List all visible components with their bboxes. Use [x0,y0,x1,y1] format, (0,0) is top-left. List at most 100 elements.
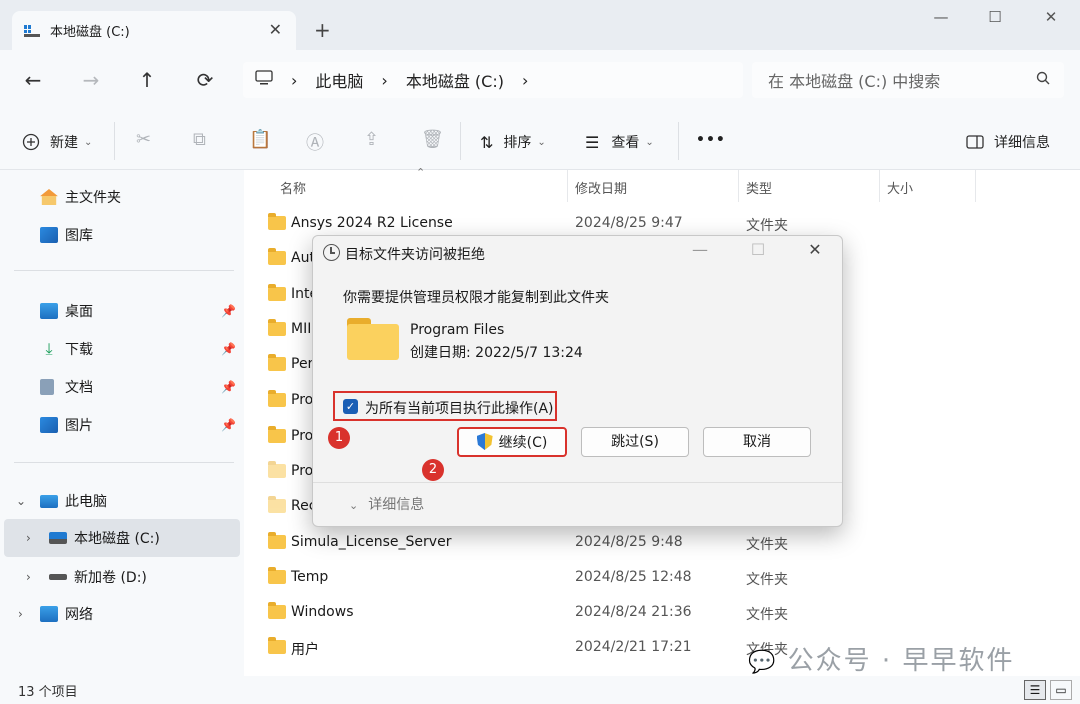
search-input[interactable]: 在 本地磁盘 (C:) 中搜索 [752,62,1064,98]
sidebar-item-home[interactable]: 主文件夹 [0,178,240,216]
details-label: 详细信息 [368,497,425,513]
sidebar-item-this-pc[interactable]: ⌄ 此电脑 [0,482,240,520]
sidebar-item-new-volume[interactable]: › 新加卷 (D:) [0,558,240,596]
drive-icon [24,24,40,37]
apply-all-label[interactable]: 为所有当前项目执行此操作(A) [365,398,554,418]
pin-icon[interactable]: 📌 [221,380,236,394]
sidebar-divider [14,462,234,463]
item-count: 13 个项目 [18,685,78,700]
search-placeholder: 在 本地磁盘 (C:) 中搜索 [768,72,941,91]
minimize-button[interactable]: — [918,8,964,30]
dialog-message: 你需要提供管理员权限才能复制到此文件夹 [343,290,609,306]
continue-button[interactable]: 继续(C) [457,427,567,457]
forward-button[interactable]: → [76,68,106,92]
paste-icon[interactable]: 📋 [249,129,271,150]
sort-icon: ⇅ [480,132,494,152]
plus-circle-icon [22,133,40,151]
details-pane-icon [966,135,984,149]
delete-icon[interactable]: 🗑 [421,129,444,150]
folder-name: Program Files [410,322,505,338]
sidebar-item-pictures[interactable]: 图片 📌 [0,406,240,444]
folder-icon [268,248,286,265]
file-name: Pro [291,392,314,408]
chevron-right-icon[interactable]: › [26,531,31,545]
pin-icon[interactable]: 📌 [221,418,236,432]
tab-local-disk[interactable]: 本地磁盘 (C:) ✕ [12,11,296,50]
sidebar-item-label: 桌面 [65,304,93,320]
details-pane-button[interactable]: 详细信息 [966,132,1050,152]
sort-button[interactable]: ⇅ 排序 ⌄ [480,132,546,152]
file-name: Temp [291,569,329,585]
dialog-maximize-button[interactable]: ☐ [741,240,775,259]
folder-icon [268,284,286,301]
sidebar-item-downloads[interactable]: ⤓ 下载 📌 [0,330,240,368]
tiles-view-icon[interactable]: ▭ [1050,680,1072,700]
copy-icon[interactable]: ⧉ [193,129,206,150]
file-name: Pro [291,428,314,444]
table-row[interactable]: Windows 2024/8/24 21:36 文件夹 [264,595,1064,630]
file-date: 2024/8/25 9:48 [575,534,683,550]
folder-icon [268,319,286,336]
dialog-close-button[interactable]: ✕ [798,240,832,259]
sidebar-item-local-disk[interactable]: › 本地磁盘 (C:) [4,519,240,557]
more-details-toggle[interactable]: ⌄ 详细信息 [349,494,424,514]
view-button[interactable]: ☰ 查看 ⌄ [585,132,654,152]
dialog-minimize-button[interactable]: — [683,240,717,259]
home-icon [40,189,58,205]
breadcrumb-separator-icon: › [291,70,298,90]
computer-icon [255,70,273,90]
chevron-down-icon: ⌄ [84,136,93,148]
details-view-icon[interactable]: ☰ [1024,680,1046,700]
drive-icon [49,574,67,580]
cut-icon[interactable]: ✂ [136,129,151,150]
close-window-button[interactable]: ✕ [1028,8,1074,30]
table-row[interactable]: Temp 2024/8/25 12:48 文件夹 [264,560,1064,595]
cancel-button[interactable]: 取消 [703,427,811,457]
new-tab-button[interactable]: + [314,18,331,42]
folder-icon [268,426,286,443]
refresh-button[interactable]: ⟳ [190,68,220,92]
apply-all-checkbox[interactable]: ✓ [343,399,358,414]
chevron-down-icon[interactable]: ⌄ [16,494,26,508]
new-button[interactable]: 新建 ⌄ [22,132,92,152]
uac-shield-icon [476,433,493,450]
maximize-button[interactable]: ☐ [972,8,1018,30]
chevron-right-icon[interactable]: › [18,607,23,621]
column-header-type[interactable]: 类型 [740,170,880,202]
column-header-modified[interactable]: 修改日期 [569,170,739,202]
file-type: 文件夹 [746,218,788,234]
tab-close-icon[interactable]: ✕ [269,20,282,39]
breadcrumb-local-disk[interactable]: 本地磁盘 (C:) [406,68,504,92]
toolbar-divider [460,122,461,160]
sidebar-item-documents[interactable]: 文档 📌 [0,368,240,406]
sidebar-item-label: 本地磁盘 (C:) [74,531,160,547]
view-label: 查看 [611,135,640,151]
pin-icon[interactable]: 📌 [221,342,236,356]
breadcrumb-separator-icon[interactable]: › [522,71,528,90]
view-icon: ☰ [585,132,600,152]
back-button[interactable]: ← [18,68,48,92]
sidebar-item-desktop[interactable]: 桌面 📌 [0,292,240,330]
chevron-right-icon[interactable]: › [26,570,31,584]
share-icon[interactable]: ⇪ [364,129,379,150]
continue-label: 继续(C) [498,435,548,451]
pin-icon[interactable]: 📌 [221,304,236,318]
sidebar-item-network[interactable]: › 网络 [0,595,240,633]
sidebar-item-gallery[interactable]: 图库 [0,216,240,254]
file-date: 2024/2/21 17:21 [575,639,692,655]
column-header-size[interactable]: 大小 [881,170,976,202]
rename-icon[interactable]: Ⓐ [306,129,324,155]
download-icon: ⤓ [45,339,53,358]
up-button[interactable]: ↑ [132,68,162,92]
file-name: Per [291,356,314,372]
table-row[interactable]: Simula_License_Server 2024/8/25 9:48 文件夹 [264,525,1064,560]
address-bar[interactable]: › 此电脑 › 本地磁盘 (C:) › [243,62,743,98]
column-header-name[interactable]: 名称 [274,170,568,202]
breadcrumb-this-pc[interactable]: 此电脑 [315,68,363,92]
more-options-button[interactable]: ••• [696,132,726,148]
folder-icon [347,318,399,360]
access-denied-dialog: 目标文件夹访问被拒绝 — ☐ ✕ 你需要提供管理员权限才能复制到此文件夹 Pro… [312,235,843,527]
breadcrumb-separator-icon: › [381,70,388,90]
skip-button[interactable]: 跳过(S) [581,427,689,457]
pictures-icon [40,417,58,433]
